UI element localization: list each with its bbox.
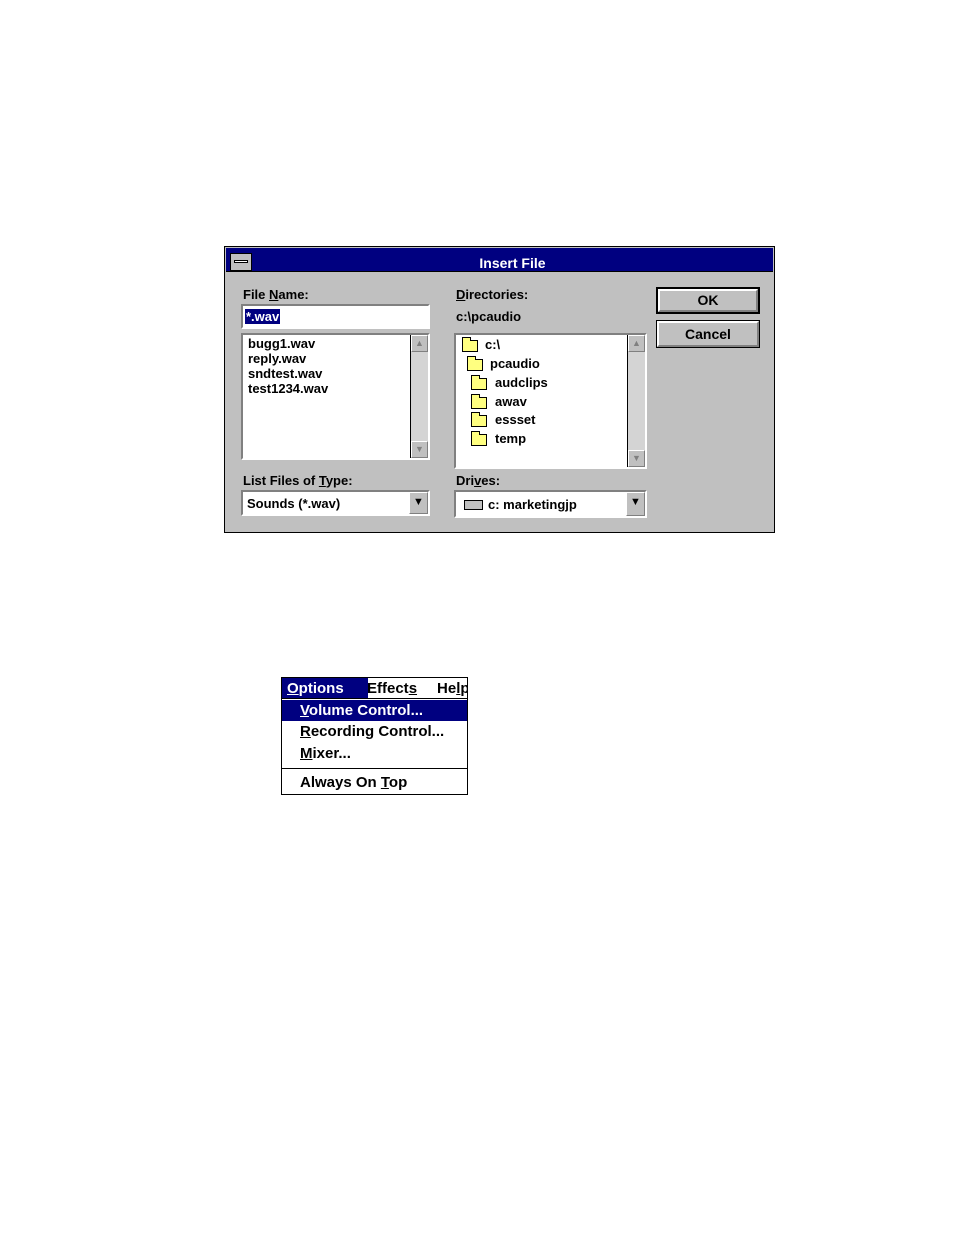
scroll-up-arrow-icon[interactable]: ▲ [411,335,428,352]
folder-icon [471,394,487,409]
directories-label: Directories: [456,287,529,302]
open-folder-icon [462,337,478,352]
scroll-down-arrow-icon[interactable]: ▼ [411,441,428,458]
directory-list-scrollbar[interactable]: ▲ ▼ [627,335,645,467]
drive-value: c: marketingjp [488,497,577,512]
directory-item[interactable]: pcaudio [490,356,540,371]
file-name-label: File Name: [243,287,309,302]
folder-icon [471,375,487,390]
title-bar[interactable]: Insert File [226,248,773,272]
current-directory: c:\pcaudio [456,309,522,324]
file-item[interactable]: bugg1.wav [248,336,315,351]
directory-item[interactable]: audclips [495,375,548,390]
file-item[interactable]: test1234.wav [248,381,328,396]
open-folder-icon [467,356,483,371]
directory-item[interactable]: temp [495,431,526,446]
ok-button[interactable]: OK [656,287,760,314]
menu-effects[interactable]: Effects [362,678,422,698]
file-list-scrollbar[interactable]: ▲ ▼ [410,335,428,458]
drives-select[interactable]: c: marketingjp ▼ [454,490,647,518]
file-list[interactable]: bugg1.wav reply.wav sndtest.wav test1234… [241,333,430,460]
menu-help[interactable]: Help [432,678,467,698]
file-item[interactable]: reply.wav [248,351,306,366]
menu-item-recording-control[interactable]: Recording Control... [282,721,467,742]
dropdown-arrow-icon[interactable]: ▼ [409,492,428,514]
scroll-up-arrow-icon[interactable]: ▲ [628,335,645,352]
directory-item[interactable]: essset [495,412,535,427]
menu-options[interactable]: Options [282,678,368,698]
menu-item-mixer[interactable]: Mixer... [282,743,467,764]
directory-list[interactable]: c:\ pcaudio audclips awav essset temp ▲ … [454,333,647,469]
folder-icon [471,431,487,446]
options-dropdown: Volume Control... Recording Control... M… [281,698,468,795]
menu-item-volume-control[interactable]: Volume Control... [282,700,467,721]
dropdown-arrow-icon[interactable]: ▼ [626,492,645,516]
directory-item[interactable]: c:\ [485,337,500,352]
file-name-input[interactable]: *.wav [241,304,430,329]
file-type-label: List Files of Type: [243,473,353,488]
hard-drive-icon [464,500,483,510]
file-item[interactable]: sndtest.wav [248,366,322,381]
cancel-button[interactable]: Cancel [656,320,760,348]
file-type-value: Sounds (*.wav) [247,496,341,511]
dialog-title: Insert File [479,255,546,271]
folder-icon [471,412,487,427]
menu-bar: Options Effects Help [281,677,468,698]
menu-item-always-on-top[interactable]: Always On Top [282,772,467,793]
system-menu-icon[interactable] [230,253,252,271]
scroll-down-arrow-icon[interactable]: ▼ [628,450,645,467]
menu-separator [282,768,467,769]
file-type-select[interactable]: Sounds (*.wav) ▼ [241,490,430,516]
insert-file-dialog: Insert File File Name: *.wav bugg1.wav r… [224,246,775,533]
file-name-value: *.wav [245,309,281,324]
directory-item[interactable]: awav [495,394,527,409]
drives-label: Drives: [456,473,501,488]
